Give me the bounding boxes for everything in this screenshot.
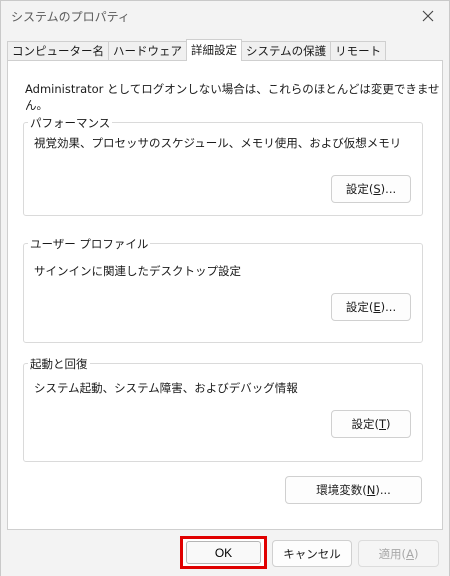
- administrator-note: Administrator としてログオンしない場合は、これらのほとんどは変更で…: [25, 82, 440, 112]
- tab-strip: コンピューター名 ハードウェア 詳細設定 システムの保護 リモート: [7, 39, 387, 61]
- performance-description: 視覚効果、プロセッサのスケジュール、メモリ使用、および仮想メモリ: [34, 136, 402, 150]
- performance-group: パフォーマンス 視覚効果、プロセッサのスケジュール、メモリ使用、および仮想メモリ…: [23, 115, 423, 216]
- system-properties-window: システムのプロパティ コンピューター名 ハードウェア 詳細設定 システムの保護 …: [0, 0, 450, 576]
- tab-advanced[interactable]: 詳細設定: [186, 39, 242, 61]
- close-icon: [422, 10, 434, 22]
- user-profile-settings-button[interactable]: 設定(E)...: [331, 293, 411, 321]
- performance-legend: パフォーマンス: [28, 115, 113, 131]
- tab-remote[interactable]: リモート: [330, 41, 387, 61]
- close-button[interactable]: [407, 1, 449, 31]
- tab-hardware[interactable]: ハードウェア: [108, 41, 187, 61]
- ok-button-highlight: OK: [180, 536, 267, 569]
- startup-recovery-settings-button[interactable]: 設定(T): [331, 410, 411, 438]
- startup-recovery-description: システム起動、システム障害、およびデバッグ情報: [34, 381, 298, 395]
- title-bar: システムのプロパティ: [1, 1, 449, 31]
- user-profile-description: サインインに関連したデスクトップ設定: [34, 264, 241, 278]
- environment-variables-button[interactable]: 環境変数(N)...: [285, 476, 422, 504]
- window-title: システムのプロパティ: [11, 10, 130, 24]
- user-profile-group: ユーザー プロファイル サインインに関連したデスクトップ設定 設定(E)...: [23, 236, 423, 343]
- cancel-button[interactable]: キャンセル: [272, 540, 352, 567]
- user-profile-legend: ユーザー プロファイル: [28, 236, 151, 252]
- ok-button[interactable]: OK: [186, 541, 261, 564]
- startup-recovery-legend: 起動と回復: [28, 356, 90, 372]
- tab-system-protection[interactable]: システムの保護: [241, 41, 332, 61]
- apply-button[interactable]: 適用(A): [358, 540, 439, 567]
- startup-recovery-group: 起動と回復 システム起動、システム障害、およびデバッグ情報 設定(T): [23, 356, 423, 462]
- tab-computer-name[interactable]: コンピューター名: [7, 41, 109, 61]
- performance-settings-button[interactable]: 設定(S)...: [331, 175, 411, 203]
